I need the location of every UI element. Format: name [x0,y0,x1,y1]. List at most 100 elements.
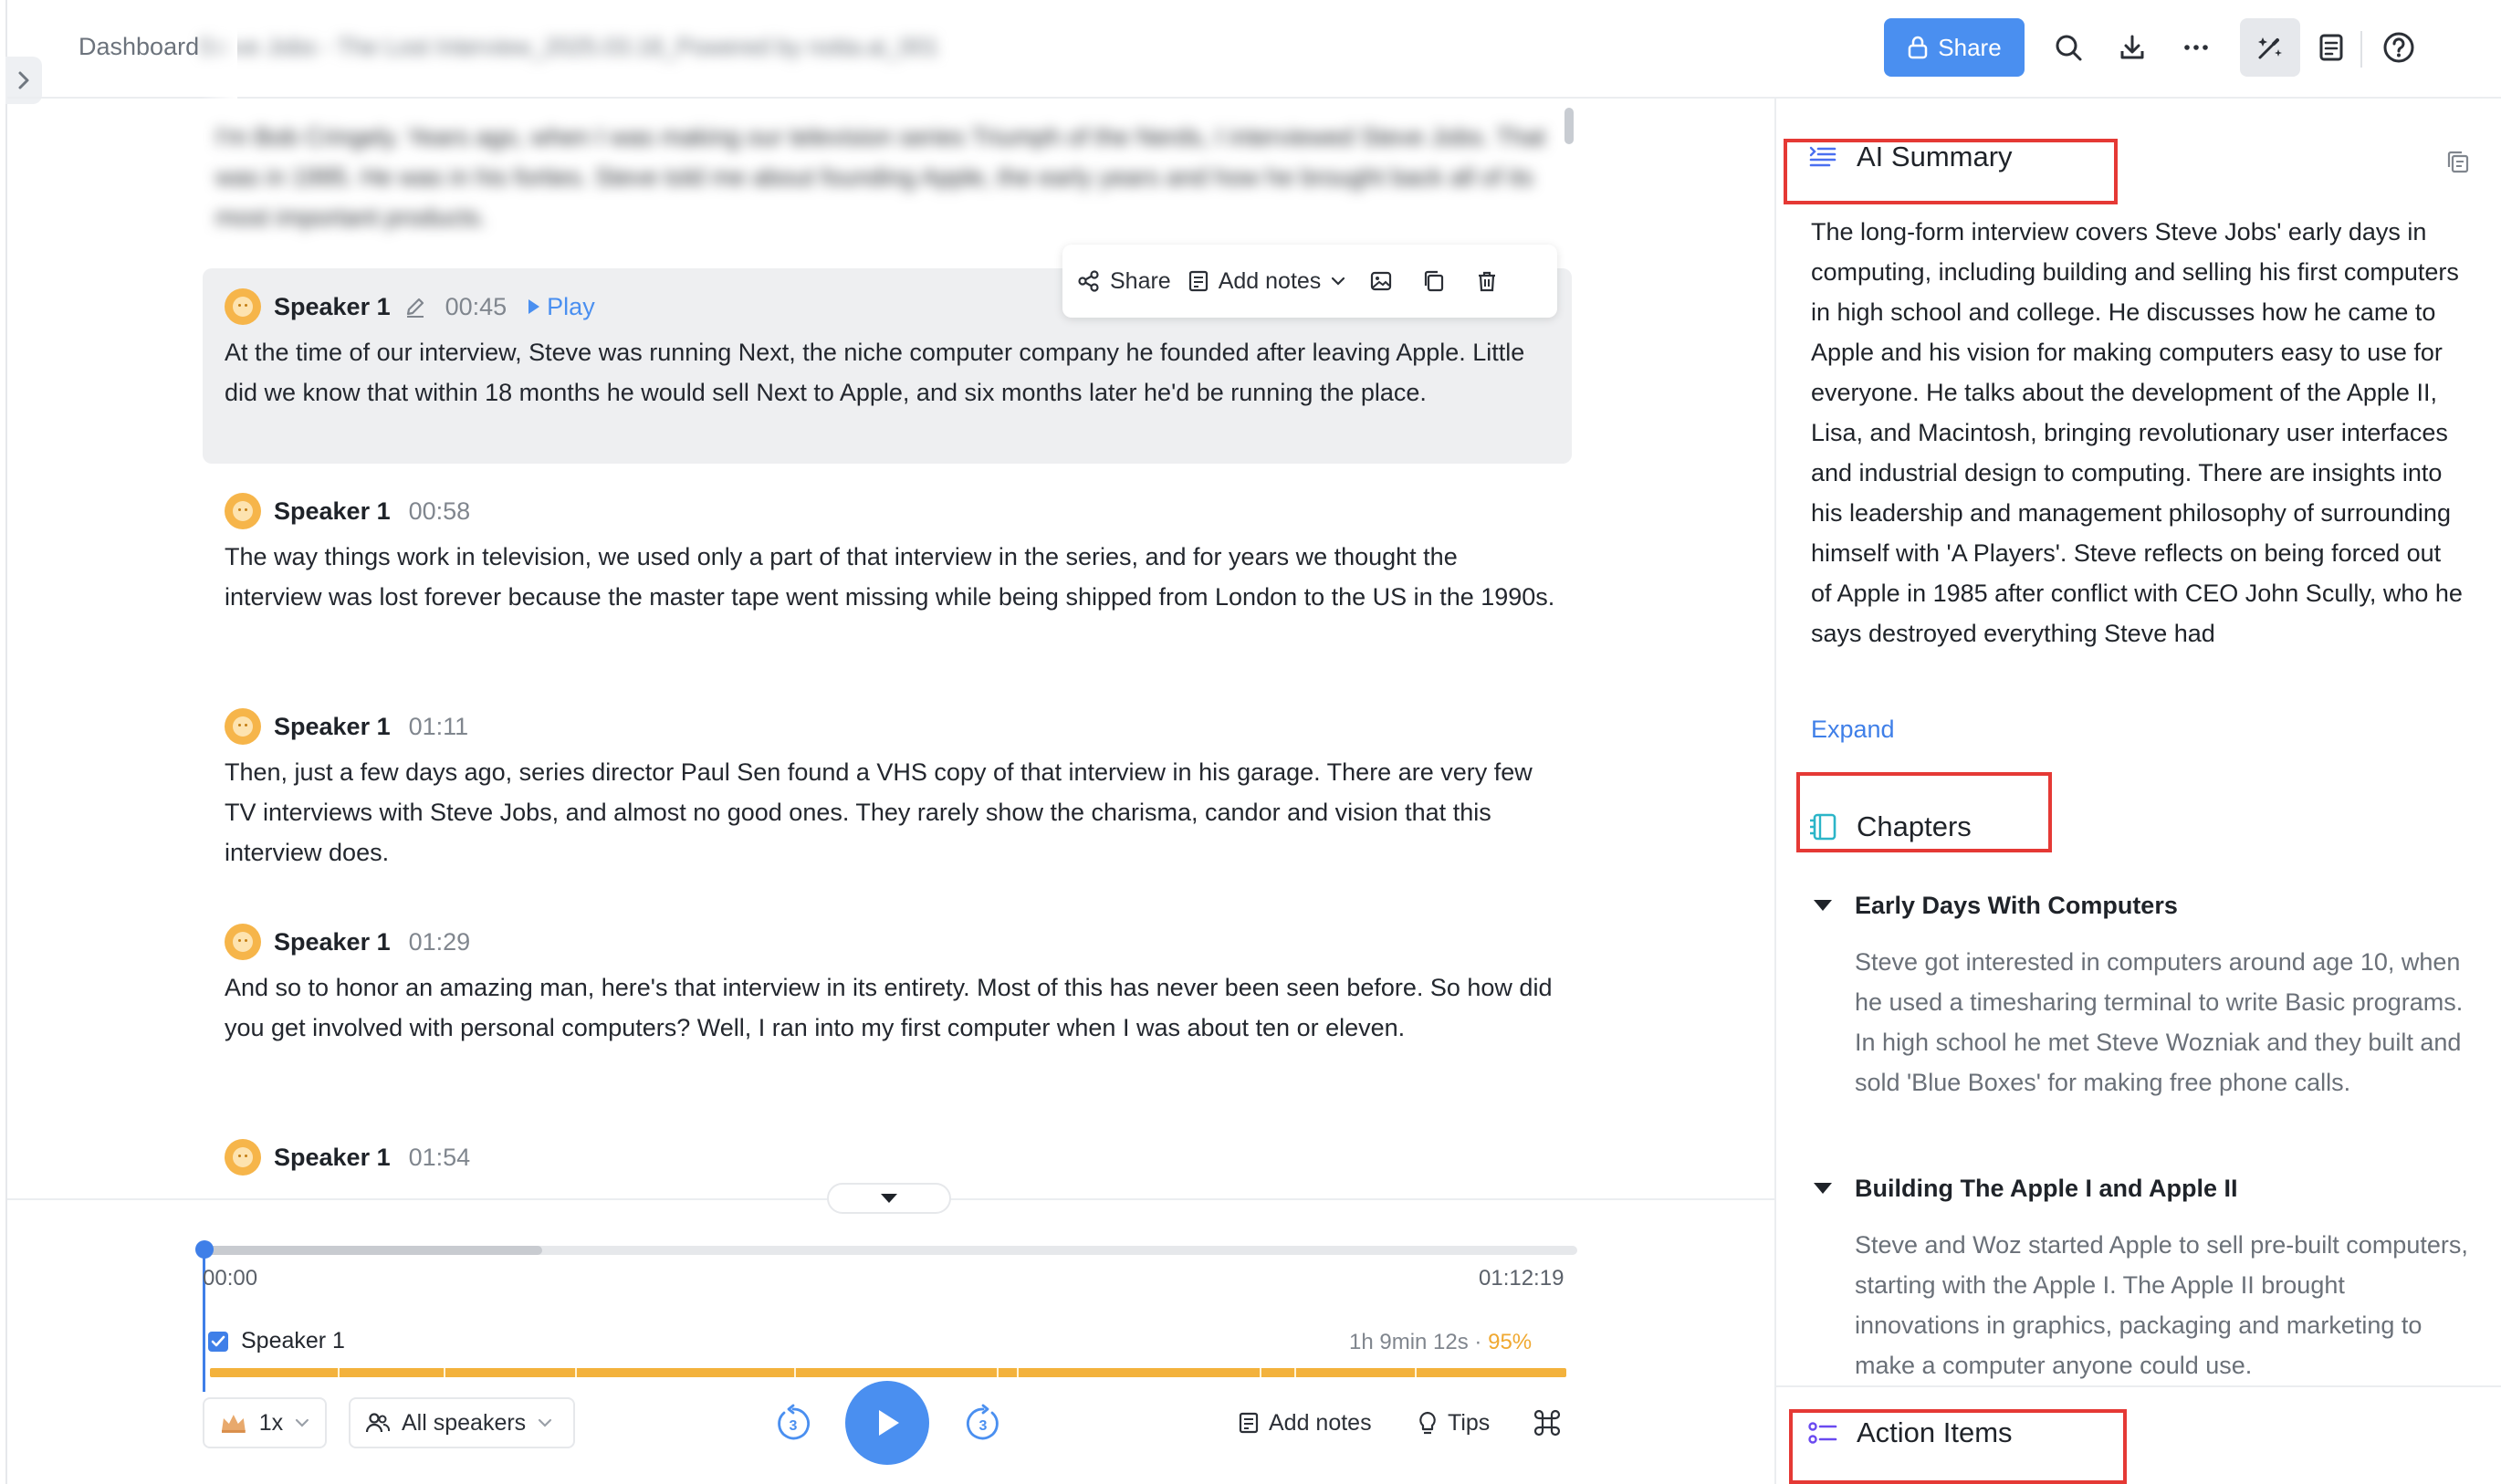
share-button[interactable]: Share [1884,18,2025,77]
speakers-select[interactable]: All speakers [349,1397,575,1448]
speaker-name[interactable]: Speaker 1 [274,713,391,741]
speaker-timeline-bar[interactable] [210,1368,1566,1377]
speaker-avatar [225,1139,261,1176]
speaker-avatar [225,924,261,960]
segment-timestamp[interactable]: 00:45 [445,293,508,321]
breadcrumb-dashboard[interactable]: Dashboard [78,33,199,61]
share-segment-button[interactable]: Share [1077,268,1171,295]
note-icon [1239,1412,1259,1434]
segment-text[interactable]: Then, just a few days ago, series direct… [225,752,1557,873]
share-icon [1078,270,1099,292]
total-time: 01:12:19 [1479,1266,1564,1291]
speaker-name[interactable]: Speaker 1 [274,928,391,956]
add-notes-dropdown[interactable]: Add notes [1188,268,1347,295]
expand-summary-link[interactable]: Expand [1811,716,1895,744]
top-header: Dashboard Steve Jobs - The Lost Intervie… [7,0,2501,99]
speakers-select-label: All speakers [402,1409,527,1436]
crown-icon [221,1415,246,1433]
segment-timestamp[interactable]: 01:29 [409,928,471,956]
segment-header: Speaker 1 00:58 [225,493,470,529]
speaker-filter-checkbox[interactable]: Speaker 1 [208,1328,345,1354]
segment-toolbar: Share Add notes [1062,245,1557,318]
segment-timestamp[interactable]: 01:54 [409,1144,471,1172]
shortcuts-button[interactable] [1533,1403,1561,1443]
tips-label: Tips [1448,1409,1491,1436]
play-pause-button[interactable] [845,1381,929,1465]
lightbulb-icon [1419,1411,1436,1435]
transcript-segment[interactable]: Speaker 1 01:11 Then, just a few days ag… [203,708,1572,909]
speed-label: 1x [258,1409,284,1436]
ai-panel: AI Summary The long-form interview cover… [1774,99,2501,1484]
chapter-header[interactable]: Building The Apple I and Apple II [1811,1170,2468,1207]
search-button[interactable] [2046,26,2090,69]
action-items-highlight-box [1789,1409,2127,1484]
chapter-title: Early Days With Computers [1855,891,2178,919]
image-icon [1371,271,1392,291]
help-icon [2383,32,2414,63]
transcript-scrollbar[interactable] [1564,108,1574,144]
progress-track[interactable] [203,1246,1577,1255]
more-button[interactable] [2174,26,2218,69]
rewind-3s-icon: 3 [778,1404,810,1440]
tips-button[interactable]: Tips [1417,1403,1490,1443]
play-segment-button[interactable]: Play [527,293,595,321]
speaker-duration: 1h 9min 12s [1349,1330,1469,1354]
play-icon [879,1410,899,1436]
segment-text[interactable]: And so to honor an amazing man, here's t… [225,967,1557,1048]
notes-panel-button[interactable] [2309,26,2353,69]
trash-icon [1479,271,1496,292]
command-icon [1533,1409,1561,1437]
note-icon [1188,270,1208,292]
download-button[interactable] [2110,26,2154,69]
transcript-segment[interactable]: Speaker 1 00:58 The way things work in t… [203,493,1572,694]
users-icon [365,1413,391,1433]
chapter-summary: Steve and Woz started Apple to sell pre-… [1855,1231,2468,1379]
chapter-title: Building The Apple I and Apple II [1855,1174,2238,1202]
share-button-label: Share [1938,33,2002,61]
segment-timestamp[interactable]: 01:11 [409,713,469,741]
download-icon [2120,35,2144,59]
help-button[interactable] [2377,26,2421,69]
ai-summary-highlight-box [1784,139,2118,204]
speed-select[interactable]: 1x [203,1397,327,1448]
chapter-header[interactable]: Early Days With Computers [1811,887,2468,924]
copy-segment-button[interactable] [1416,263,1452,299]
rewind-button[interactable]: 3 [772,1403,814,1445]
current-time: 00:00 [203,1266,258,1291]
copy-summary-button[interactable] [2443,146,2474,177]
play-icon [528,299,540,314]
chapter-item[interactable]: Early Days With Computers Steve got inte… [1811,887,2468,1103]
add-notes-button[interactable]: Add notes [1238,1403,1372,1443]
speaker-avatar [225,493,261,529]
transcript-segment[interactable]: Speaker 1 01:29 And so to honor an amazi… [203,924,1572,1124]
forward-button[interactable]: 3 [962,1403,1004,1445]
add-notes-label: Add notes [1218,267,1322,294]
speaker-percent: 95% [1488,1330,1533,1354]
ai-tools-icon [2258,37,2282,59]
header-divider [2360,31,2362,68]
speaker-avatar [225,708,261,745]
chapter-summary: Steve got interested in computers around… [1855,948,2464,1096]
rewind-seconds: 3 [790,1418,798,1434]
edit-icon[interactable] [403,295,427,319]
chapter-item[interactable]: Building The Apple I and Apple II Steve … [1811,1170,2468,1385]
forward-3s-icon: 3 [967,1404,999,1440]
collapse-player-button[interactable] [827,1183,951,1214]
speaker-avatar [225,288,261,325]
segment-text[interactable]: At the time of our interview, Steve was … [225,332,1557,413]
transcript-panel: I'm Bob Cringely. Years ago, when I was … [7,99,1774,1198]
more-icon [2184,45,2208,50]
file-title[interactable]: Steve Jobs - The Lost Interview_2025.03.… [199,33,1121,60]
chevron-down-icon [539,1418,552,1427]
delete-segment-button[interactable] [1469,263,1505,299]
segment-header: Speaker 1 01:11 [225,708,468,745]
ai-tools-button[interactable] [2240,18,2300,77]
speaker-name[interactable]: Speaker 1 [274,1144,391,1172]
speaker-name[interactable]: Speaker 1 [274,293,391,321]
caret-down-icon [881,1194,897,1203]
image-button[interactable] [1363,263,1399,299]
speaker-name[interactable]: Speaker 1 [274,497,391,526]
add-notes-footer-label: Add notes [1269,1409,1372,1436]
segment-text[interactable]: The way things work in television, we us… [225,537,1557,617]
segment-timestamp[interactable]: 00:58 [409,497,471,526]
